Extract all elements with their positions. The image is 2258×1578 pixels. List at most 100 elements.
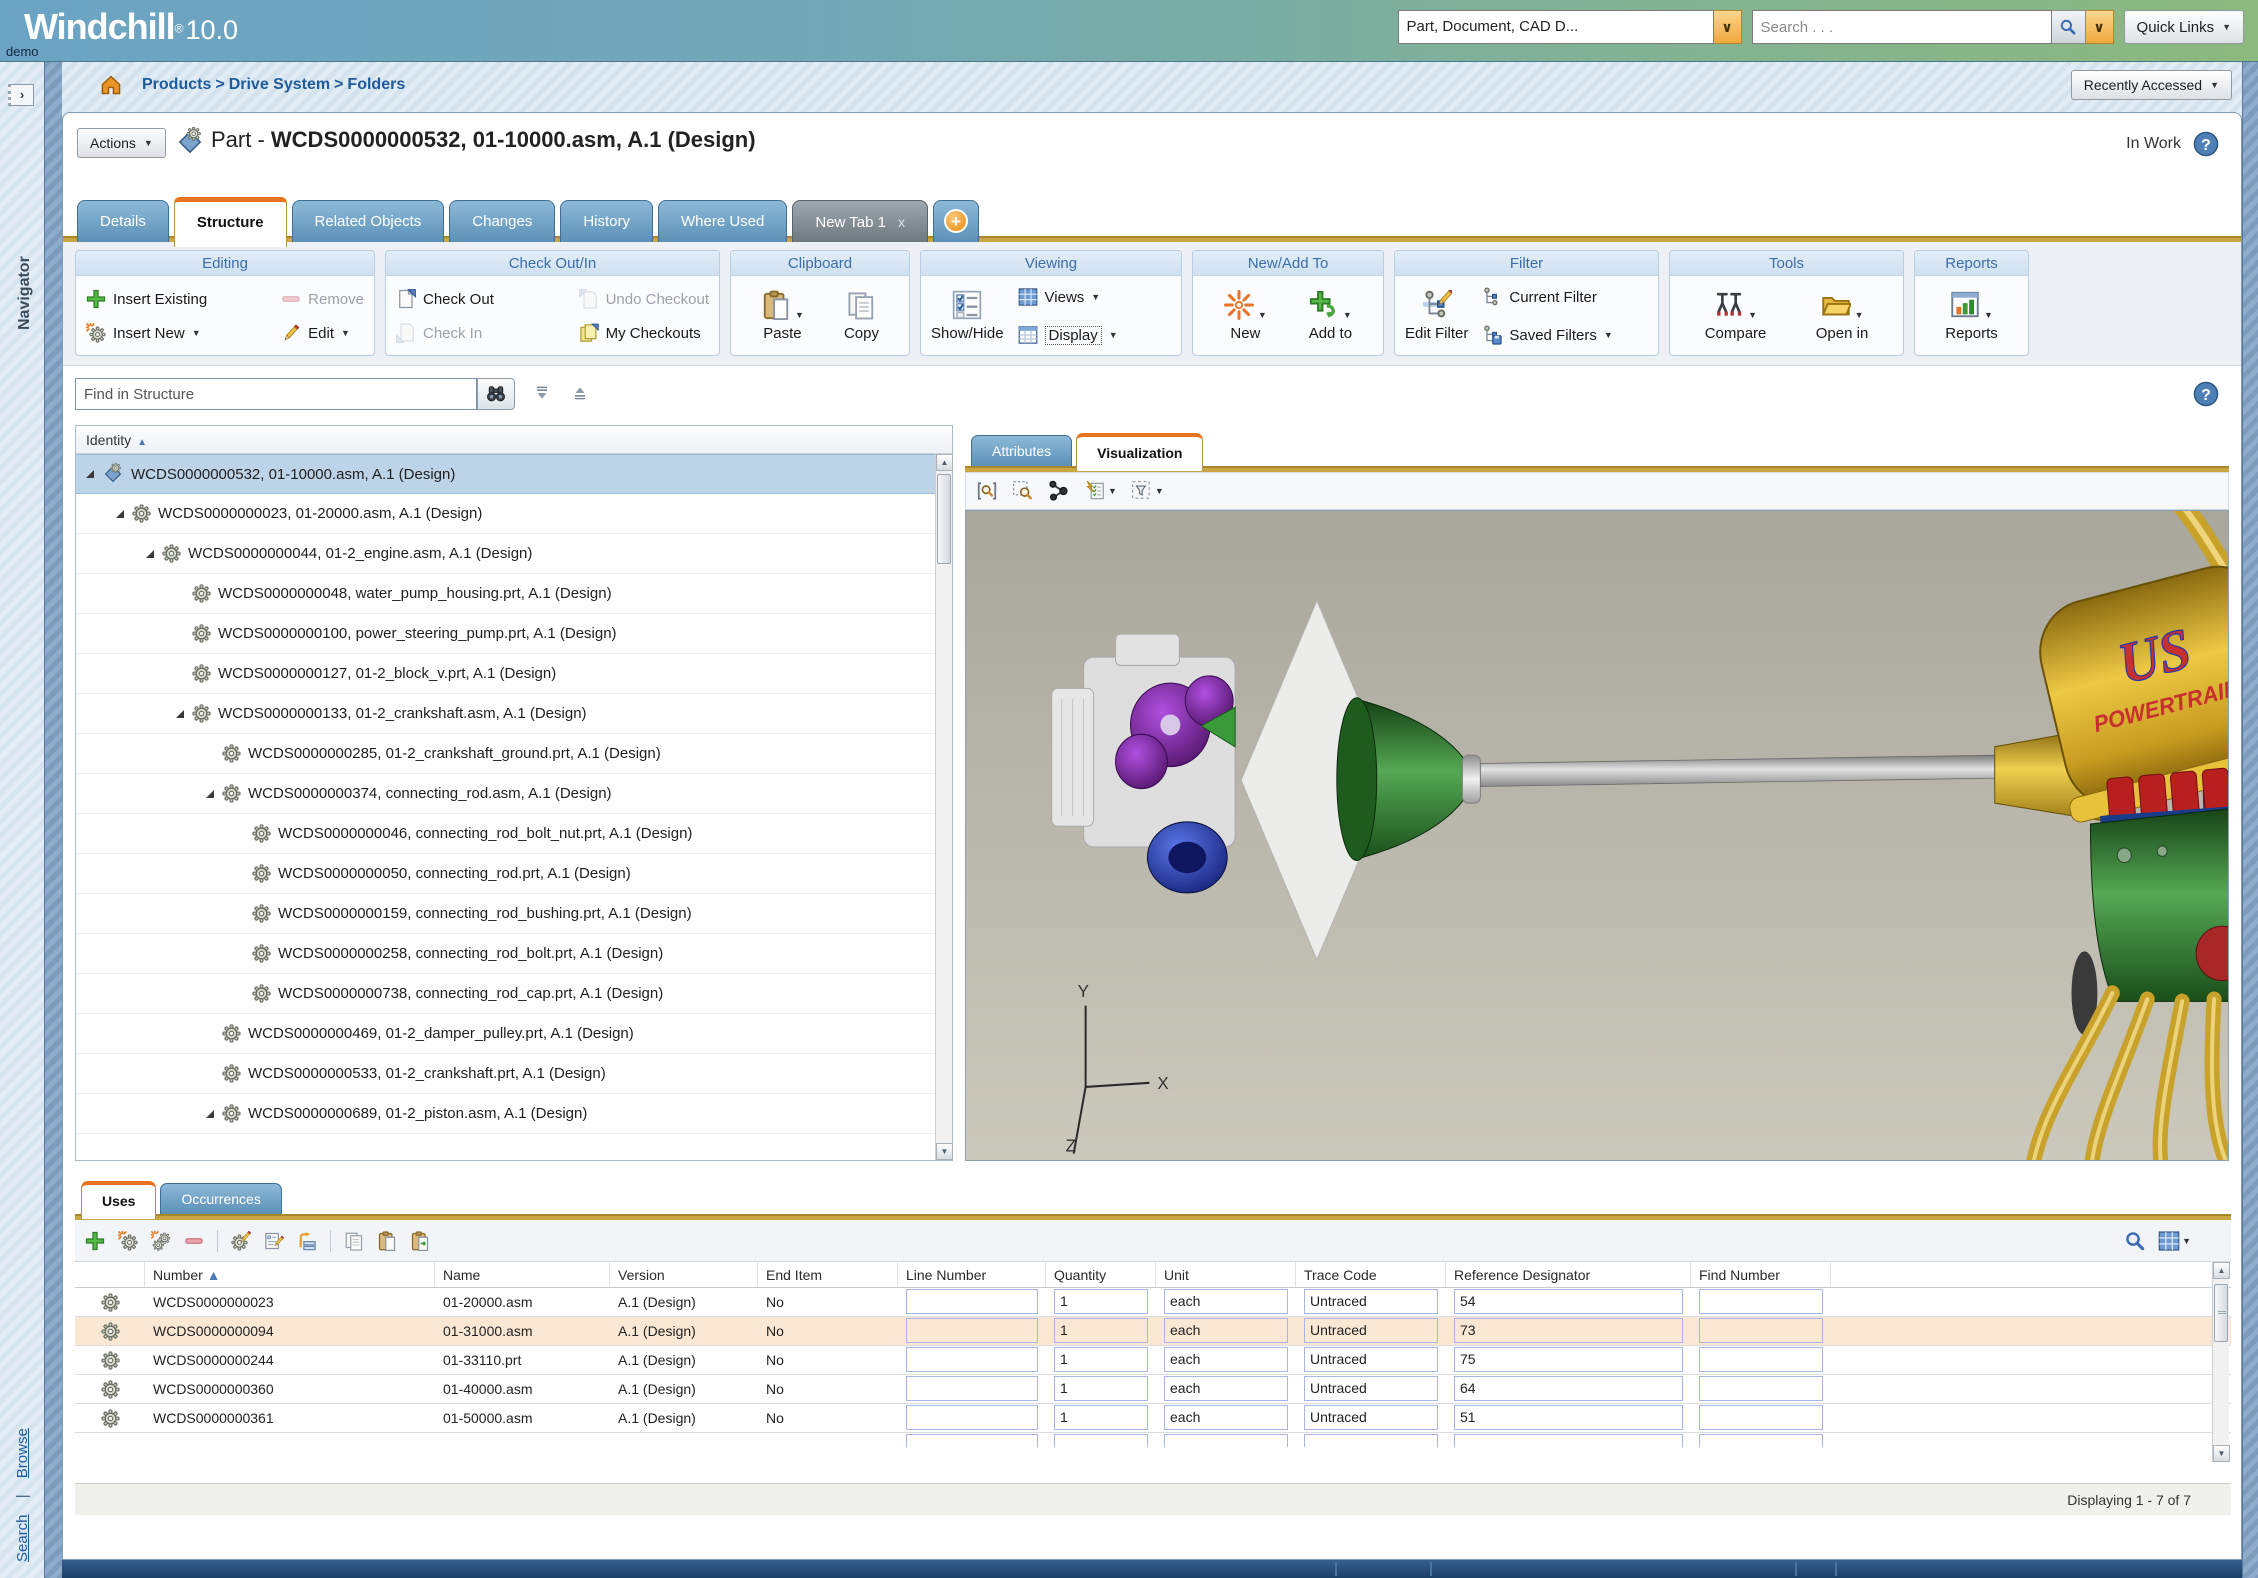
editable-cell[interactable]: 73 — [1454, 1318, 1683, 1343]
scroll-down-icon[interactable]: ▼ — [2213, 1445, 2230, 1462]
cell-quantity[interactable]: 1 — [1046, 1346, 1156, 1374]
tab-uses[interactable]: Uses — [81, 1181, 156, 1219]
editable-cell[interactable] — [906, 1289, 1038, 1314]
editable-cell[interactable] — [1699, 1376, 1823, 1401]
check-out-button[interactable]: Check Out — [396, 289, 494, 309]
scroll-up-icon[interactable]: ▲ — [936, 454, 953, 471]
tab-where-used[interactable]: Where Used — [658, 200, 787, 242]
editable-cell[interactable]: each — [1164, 1376, 1288, 1401]
editable-cell[interactable]: Untraced — [1304, 1289, 1438, 1314]
expand-arrow-icon[interactable] — [146, 550, 154, 558]
display-button[interactable]: Display▼ — [1018, 325, 1118, 345]
cell-trace_code[interactable]: Untraced — [1296, 1375, 1446, 1403]
breadcrumb-products[interactable]: Products — [142, 76, 211, 93]
tab-new-tab-1[interactable]: New Tab 1x — [792, 200, 928, 242]
edit-button[interactable]: Edit▼ — [281, 323, 364, 343]
cell-line_number[interactable] — [898, 1288, 1046, 1316]
copy-button[interactable]: Copy — [844, 290, 879, 342]
navigator-expand-button[interactable]: › — [8, 84, 34, 106]
cell-unit[interactable]: each — [1156, 1288, 1296, 1316]
tab-structure[interactable]: Structure — [174, 197, 287, 247]
editable-cell[interactable] — [906, 1318, 1038, 1343]
display-options-button[interactable]: ▼ — [1084, 480, 1117, 502]
insert-multi-button[interactable] — [151, 1231, 171, 1251]
editable-cell[interactable]: each — [1164, 1318, 1288, 1343]
reports-button[interactable]: ▼Reports — [1945, 290, 1998, 342]
cell-trace_code[interactable]: Untraced — [1296, 1346, 1446, 1374]
tab-visualization[interactable]: Visualization — [1076, 433, 1203, 471]
cell-line_number[interactable] — [898, 1375, 1046, 1403]
edit-attributes-button[interactable] — [264, 1231, 284, 1251]
column-header-line-number[interactable]: Line Number — [898, 1262, 1046, 1287]
orbit-button[interactable] — [1048, 480, 1070, 502]
tree-row[interactable]: WCDS0000000738, connecting_rod_cap.prt, … — [76, 974, 935, 1014]
editable-cell[interactable]: Untraced — [1304, 1405, 1438, 1430]
editable-cell[interactable] — [1699, 1405, 1823, 1430]
cell-trace_code[interactable]: Untraced — [1296, 1288, 1446, 1316]
breadcrumb-folders[interactable]: Folders — [347, 76, 405, 93]
cell-find_number[interactable] — [1691, 1375, 1831, 1403]
tree-row[interactable]: WCDS0000000258, connecting_rod_bolt.prt,… — [76, 934, 935, 974]
recently-accessed-button[interactable]: Recently Accessed▼ — [2071, 70, 2232, 100]
cell-unit[interactable]: each — [1156, 1375, 1296, 1403]
expand-arrow-icon[interactable] — [116, 510, 124, 518]
cell-find_number[interactable] — [1691, 1404, 1831, 1432]
table-row[interactable]: WCDS000000036001-40000.asmA.1 (Design)No… — [75, 1375, 2231, 1404]
paste-special-button[interactable] — [410, 1231, 430, 1251]
scroll-down-icon[interactable]: ▼ — [936, 1143, 953, 1160]
zoom-fit-button[interactable] — [976, 480, 998, 502]
tree-row[interactable]: WCDS0000000048, water_pump_housing.prt, … — [76, 574, 935, 614]
table-scroll-thumb[interactable] — [2214, 1284, 2228, 1342]
editable-cell[interactable]: each — [1164, 1405, 1288, 1430]
table-scrollbar[interactable]: ▲ ▼ — [2212, 1262, 2229, 1462]
cell-find_number[interactable] — [1691, 1317, 1831, 1345]
editable-cell[interactable] — [1699, 1289, 1823, 1314]
show-hide-button[interactable]: Show/Hide — [931, 290, 1004, 342]
tree-row[interactable]: WCDS0000000532, 01-10000.asm, A.1 (Desig… — [76, 454, 935, 494]
global-search-input[interactable] — [1752, 10, 2052, 44]
new-button[interactable]: ▼New — [1224, 290, 1267, 342]
cell-line_number[interactable] — [898, 1346, 1046, 1374]
cell-quantity[interactable]: 1 — [1046, 1375, 1156, 1403]
editable-cell[interactable]: 75 — [1454, 1347, 1683, 1372]
expand-all-button[interactable] — [571, 384, 589, 402]
cell-reference_designator[interactable]: 64 — [1446, 1375, 1691, 1403]
quick-links-button[interactable]: Quick Links▼ — [2124, 10, 2244, 44]
tab-attributes[interactable]: Attributes — [971, 435, 1072, 466]
paste-button[interactable] — [377, 1231, 397, 1251]
table-row[interactable]: WCDS000000009401-31000.asmA.1 (Design)No… — [75, 1317, 2231, 1346]
cell-find_number[interactable] — [1691, 1346, 1831, 1374]
edit-filter-button[interactable]: Edit Filter — [1405, 290, 1468, 342]
editable-cell[interactable]: 1 — [1054, 1405, 1148, 1430]
breadcrumb-drive-system[interactable]: Drive System — [229, 76, 330, 93]
editable-cell[interactable]: 64 — [1454, 1376, 1683, 1401]
scroll-up-icon[interactable]: ▲ — [2213, 1262, 2230, 1279]
current-filter-button[interactable]: Current Filter — [1482, 287, 1612, 307]
cell-find_number[interactable] — [1691, 1288, 1831, 1316]
column-header-find-number[interactable]: Find Number — [1691, 1262, 1831, 1287]
cell-quantity[interactable]: 1 — [1046, 1288, 1156, 1316]
column-header-version[interactable]: Version — [610, 1262, 758, 1287]
insert-new-button[interactable]: Insert New▼ — [86, 323, 207, 343]
tree-row[interactable]: WCDS0000000159, connecting_rod_bushing.p… — [76, 894, 935, 934]
column-header-name[interactable]: Name — [435, 1262, 610, 1287]
tree-row[interactable]: WCDS0000000689, 01-2_piston.asm, A.1 (De… — [76, 1094, 935, 1134]
open-in-button[interactable]: ▼Open in — [1816, 290, 1869, 342]
close-tab-icon[interactable]: x — [898, 214, 905, 230]
cell-unit[interactable]: each — [1156, 1404, 1296, 1432]
cell-trace_code[interactable]: Untraced — [1296, 1404, 1446, 1432]
cell-reference_designator[interactable]: 51 — [1446, 1404, 1691, 1432]
views-button[interactable]: Views▼ — [1018, 287, 1118, 307]
edit-button[interactable] — [231, 1231, 251, 1251]
cell-line_number[interactable] — [898, 1404, 1046, 1432]
editable-cell[interactable]: each — [1164, 1347, 1288, 1372]
editable-cell[interactable]: 54 — [1454, 1289, 1683, 1314]
cell-unit[interactable]: each — [1156, 1317, 1296, 1345]
expand-arrow-icon[interactable] — [206, 1110, 214, 1118]
table-row[interactable]: WCDS000000002301-20000.asmA.1 (Design)No… — [75, 1288, 2231, 1317]
tree-row[interactable]: WCDS0000000133, 01-2_crankshaft.asm, A.1… — [76, 694, 935, 734]
find-in-structure-input[interactable] — [75, 378, 477, 410]
table-row[interactable]: WCDS000000024401-33110.prtA.1 (Design)No… — [75, 1346, 2231, 1375]
3d-viewport[interactable]: US POWERTRAIN — [965, 510, 2229, 1161]
tree-row[interactable]: WCDS0000000469, 01-2_damper_pulley.prt, … — [76, 1014, 935, 1054]
